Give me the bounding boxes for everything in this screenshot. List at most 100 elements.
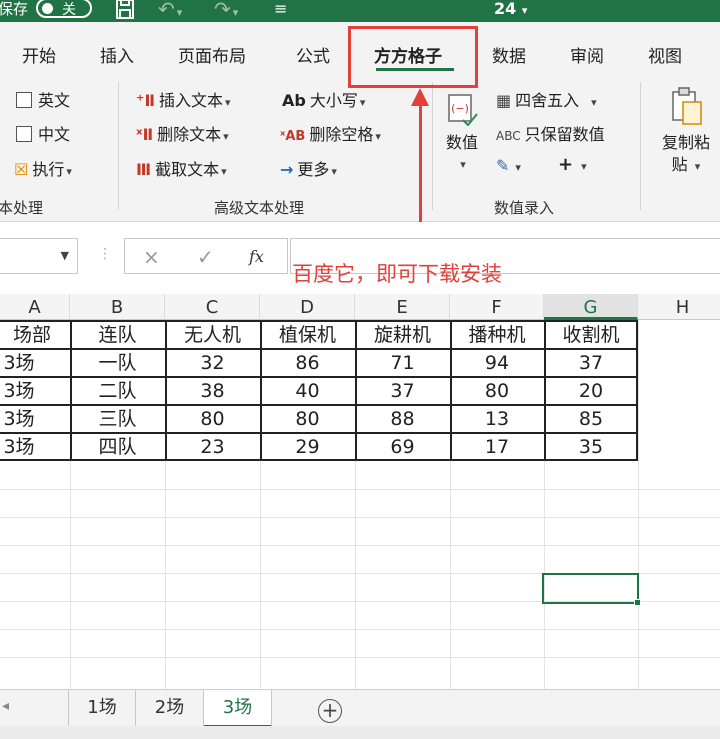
delete-text-button[interactable]: ˣⅡ 删除文本 ▾ xyxy=(136,121,229,145)
cut-text-label: 截取文本 xyxy=(155,160,220,179)
autosave-toggle[interactable]: 关 xyxy=(36,0,92,18)
fill-handle[interactable] xyxy=(634,599,641,606)
round-button[interactable]: ▦ 四舍五入 ▾ xyxy=(496,87,597,111)
tab-insert[interactable]: 插入 xyxy=(100,42,134,67)
table-cell[interactable]: 3场 xyxy=(0,405,44,433)
group-divider xyxy=(118,82,119,210)
table-cell[interactable]: 80 xyxy=(165,405,260,433)
confirm-icon[interactable]: ✓ xyxy=(197,245,214,269)
table-cell[interactable]: 连队 xyxy=(70,321,165,349)
column-header-c[interactable]: C xyxy=(165,294,260,320)
value-edit-button[interactable]: ✎ ▾ xyxy=(496,156,521,175)
ribbon: 英文 中文 ☒ 执行 ▾ 本处理 ⁺Ⅱ 插入文本 ▾ ˣⅡ 删除文本 ▾ Ⅲ 截取文本 ▾ Ab… xyxy=(0,72,720,222)
name-box[interactable]: ▼ xyxy=(0,238,78,274)
table-cell[interactable]: 17 xyxy=(450,433,544,461)
fx-icon[interactable]: fx xyxy=(249,247,264,266)
table-cell[interactable]: 37 xyxy=(355,377,450,405)
round-icon: ▦ xyxy=(496,91,512,110)
table-cell[interactable]: 13 xyxy=(450,405,544,433)
table-cell[interactable]: 80 xyxy=(260,405,355,433)
table-cell[interactable]: 71 xyxy=(355,349,450,377)
tab-page-layout[interactable]: 页面布局 xyxy=(178,42,246,67)
table-cell[interactable]: 94 xyxy=(450,349,544,377)
column-header-d[interactable]: D xyxy=(260,294,355,320)
table-cell[interactable]: 3场 xyxy=(0,377,44,405)
table-cell[interactable]: 植保机 xyxy=(260,321,355,349)
gridline xyxy=(0,489,720,490)
gridline xyxy=(638,320,639,689)
column-header-a[interactable]: A xyxy=(0,294,70,320)
copy-paste-label: 复制粘 xyxy=(661,133,710,152)
drag-handle-icon[interactable]: ⋮ xyxy=(98,246,112,262)
english-label: 英文 xyxy=(38,91,71,110)
column-header-h[interactable]: H xyxy=(638,294,720,320)
insert-text-button[interactable]: ⁺Ⅱ 插入文本 ▾ xyxy=(136,87,231,111)
execute-button[interactable]: ☒ 执行 ▾ xyxy=(14,156,72,180)
undo-icon[interactable]: ↶ ▾ xyxy=(158,0,182,24)
table-cell[interactable]: 20 xyxy=(544,377,638,405)
keep-value-button[interactable]: ABC 只保留数值 xyxy=(496,121,605,145)
sheet-tab-1[interactable]: 1场 xyxy=(68,690,136,728)
tab-view[interactable]: 视图 xyxy=(648,42,682,67)
tab-home[interactable]: 开始 xyxy=(22,42,56,67)
table-cell[interactable]: 69 xyxy=(355,433,450,461)
sheet-nav-icon[interactable]: ◂ xyxy=(2,698,9,714)
table-cell[interactable]: 三队 xyxy=(70,405,165,433)
copy-paste-label-2-text: 贴 xyxy=(671,155,688,174)
table-cell[interactable]: 四队 xyxy=(70,433,165,461)
table-cell[interactable]: 3场 xyxy=(0,349,44,377)
horizontal-scrollbar[interactable] xyxy=(0,726,720,739)
table-cell[interactable]: 29 xyxy=(260,433,355,461)
selected-cell[interactable] xyxy=(542,573,639,604)
abc-icon: ABC xyxy=(496,129,521,143)
column-header-e[interactable]: E xyxy=(355,294,450,320)
add-button[interactable]: + ▾ xyxy=(558,154,587,175)
column-header-g[interactable]: G xyxy=(544,294,638,320)
column-header-b[interactable]: B xyxy=(70,294,165,320)
column-header-f[interactable]: F xyxy=(450,294,544,320)
table-cell[interactable]: 旋耕机 xyxy=(355,321,450,349)
group-divider xyxy=(432,82,433,210)
value-button[interactable]: (−) 数值 ▾ xyxy=(442,92,482,176)
table-cell[interactable]: 38 xyxy=(165,377,260,405)
insert-text-icon: ⁺Ⅱ xyxy=(136,91,155,110)
tab-review[interactable]: 审阅 xyxy=(570,42,604,67)
chinese-checkbox[interactable]: 中文 xyxy=(16,121,70,145)
add-sheet-button[interactable]: + xyxy=(318,699,342,723)
chevron-down-icon: ▾ xyxy=(694,160,701,173)
table-cell[interactable]: 88 xyxy=(355,405,450,433)
table-cell[interactable]: 收割机 xyxy=(544,321,638,349)
table-cell[interactable]: 无人机 xyxy=(165,321,260,349)
table-cell[interactable]: 3场 xyxy=(0,433,44,461)
table-cell[interactable]: 23 xyxy=(165,433,260,461)
more-button[interactable]: → 更多 ▾ xyxy=(280,156,337,180)
autosave-label: 保存 xyxy=(0,0,29,18)
table-cell[interactable]: 86 xyxy=(260,349,355,377)
table-cell[interactable]: 80 xyxy=(450,377,544,405)
table-cell[interactable]: 40 xyxy=(260,377,355,405)
table-cell[interactable]: 35 xyxy=(544,433,638,461)
window-title: 24 ▾ xyxy=(494,0,528,18)
english-checkbox[interactable]: 英文 xyxy=(16,87,70,111)
copy-paste-button[interactable]: 复制粘 贴 ▾ xyxy=(652,86,720,178)
cancel-icon[interactable]: × xyxy=(143,245,160,269)
tab-data[interactable]: 数据 xyxy=(492,42,526,67)
redo-icon[interactable]: ↷ ▾ xyxy=(214,0,238,24)
table-cell[interactable]: 37 xyxy=(544,349,638,377)
save-icon[interactable] xyxy=(114,0,136,24)
table-cell[interactable]: 播种机 xyxy=(450,321,544,349)
table-cell[interactable]: 32 xyxy=(165,349,260,377)
tab-formulas[interactable]: 公式 xyxy=(296,42,330,67)
customize-icon[interactable]: ≡ xyxy=(274,0,287,20)
table-cell[interactable]: 85 xyxy=(544,405,638,433)
delete-space-button[interactable]: ˣAB 删除空格 ▾ xyxy=(280,121,381,145)
table-cell[interactable]: 一队 xyxy=(70,349,165,377)
case-button[interactable]: Ab 大小写 ▾ xyxy=(282,87,365,111)
table-cell[interactable]: 场部 xyxy=(0,321,70,349)
table-cell[interactable]: 二队 xyxy=(70,377,165,405)
spreadsheet-grid[interactable]: A B C D E F G H 场部 连队 无人机 植保机 旋耕机 播种机 收割… xyxy=(0,294,720,689)
chevron-down-icon: ▾ xyxy=(581,160,587,173)
sheet-tab-3[interactable]: 3场 xyxy=(204,690,272,728)
cut-text-button[interactable]: Ⅲ 截取文本 ▾ xyxy=(136,156,227,180)
sheet-tab-2[interactable]: 2场 xyxy=(136,690,204,728)
